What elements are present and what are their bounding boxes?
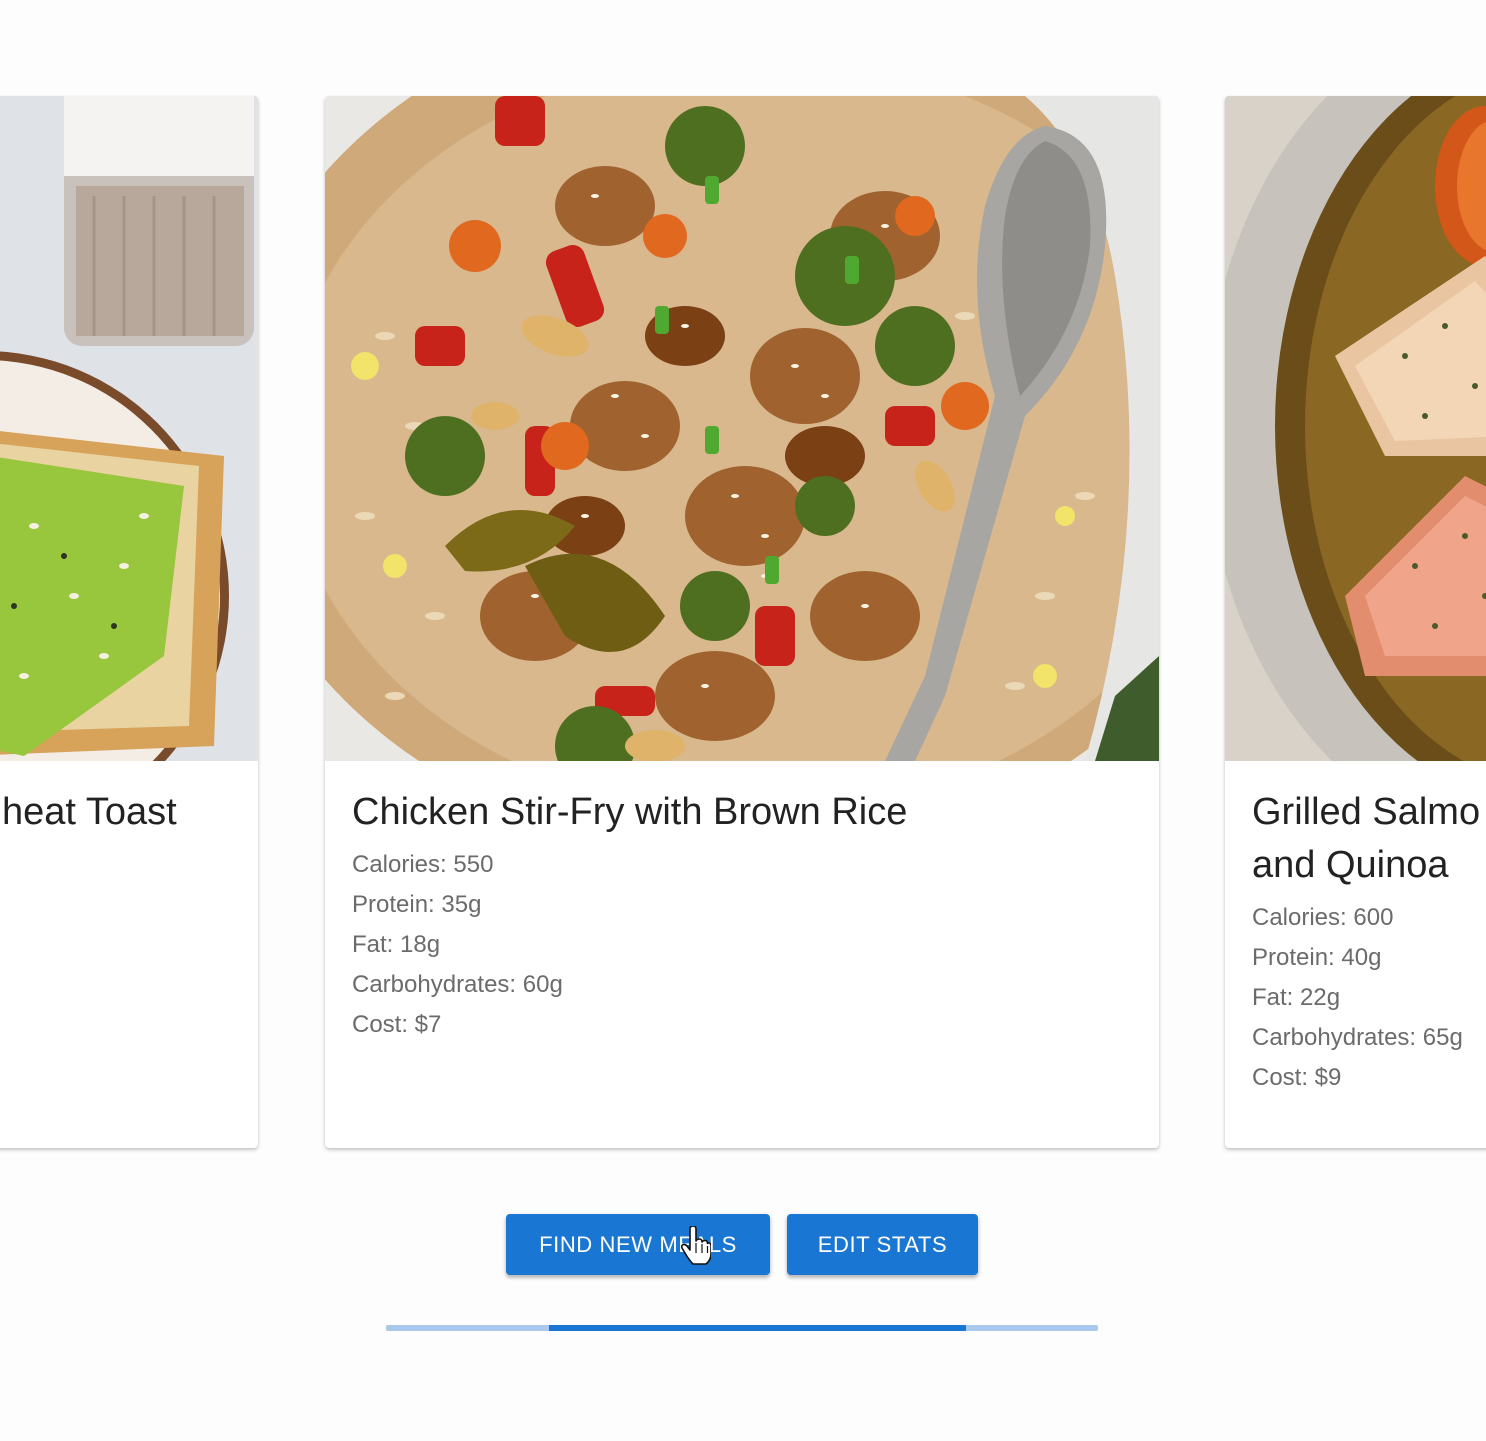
edit-stats-button[interactable]: EDIT STATS [787, 1214, 978, 1275]
meal-title: Chicken Stir-Fry with Brown Rice [352, 791, 908, 833]
meal-card-grilled-salmon[interactable]: Grilled Salmo and Quinoa Calories: 600 P… [1225, 96, 1486, 1148]
action-buttons: FIND NEW MEALS EDIT STATS [506, 1214, 978, 1275]
meal-title-line-1: Grilled Salmo [1252, 791, 1481, 833]
meal-protein: Protein: 40g [1252, 944, 1382, 971]
meal-cost: Cost: $9 [1252, 1064, 1342, 1091]
avocado-toast-image [0, 96, 258, 761]
meal-fat: Fat: 18g [352, 931, 441, 958]
find-new-meals-button[interactable]: FIND NEW MEALS [506, 1214, 770, 1275]
meal-carbohydrates: Carbohydrates: 65g [1252, 1024, 1463, 1051]
carousel-progress-track[interactable] [386, 1325, 1098, 1331]
grilled-salmon-image [1225, 96, 1486, 761]
meal-carousel: heat Toast Chicken Stir-Fry with Brown R… [0, 0, 1486, 1441]
meal-fat: Fat: 22g [1252, 984, 1341, 1011]
meal-calories: Calories: 550 [352, 851, 494, 878]
meal-card-avocado-toast[interactable]: heat Toast [0, 96, 258, 1148]
carousel-progress-fill [549, 1325, 967, 1331]
meal-cost: Cost: $7 [352, 1011, 442, 1038]
chicken-stir-fry-image [325, 96, 1159, 761]
meal-title: Grilled Salmo and Quinoa [1252, 786, 1486, 892]
meal-title-line-2: and Quinoa [1252, 844, 1449, 886]
meal-calories: Calories: 600 [1252, 904, 1394, 931]
meal-protein: Protein: 35g [352, 891, 482, 918]
meal-title: heat Toast [2, 791, 177, 833]
meal-card-chicken-stir-fry[interactable]: Chicken Stir-Fry with Brown Rice Calorie… [325, 96, 1159, 1148]
meal-carbohydrates: Carbohydrates: 60g [352, 971, 563, 998]
